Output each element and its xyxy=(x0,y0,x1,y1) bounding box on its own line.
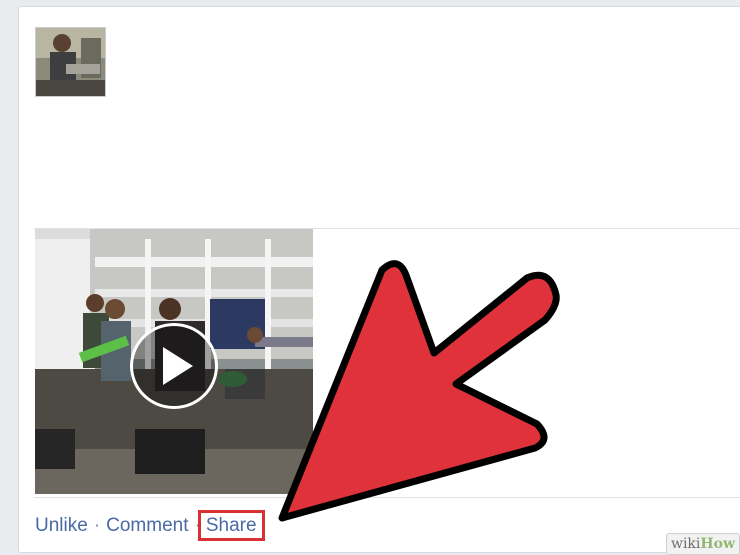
comment-link[interactable]: Comment xyxy=(106,515,188,536)
post-actions: Unlike · Comment · Share xyxy=(35,510,265,541)
watermark-how: How xyxy=(700,536,736,552)
play-icon xyxy=(163,347,193,385)
share-link[interactable]: Share xyxy=(197,510,265,541)
avatar[interactable] xyxy=(35,27,106,97)
watermark-wiki: wiki xyxy=(670,536,701,552)
separator: · xyxy=(93,515,101,536)
wikihow-watermark: wikiHow xyxy=(666,533,740,555)
avatar-photo xyxy=(36,28,105,96)
unlike-link[interactable]: Unlike xyxy=(35,515,88,536)
play-button[interactable] xyxy=(130,323,218,409)
